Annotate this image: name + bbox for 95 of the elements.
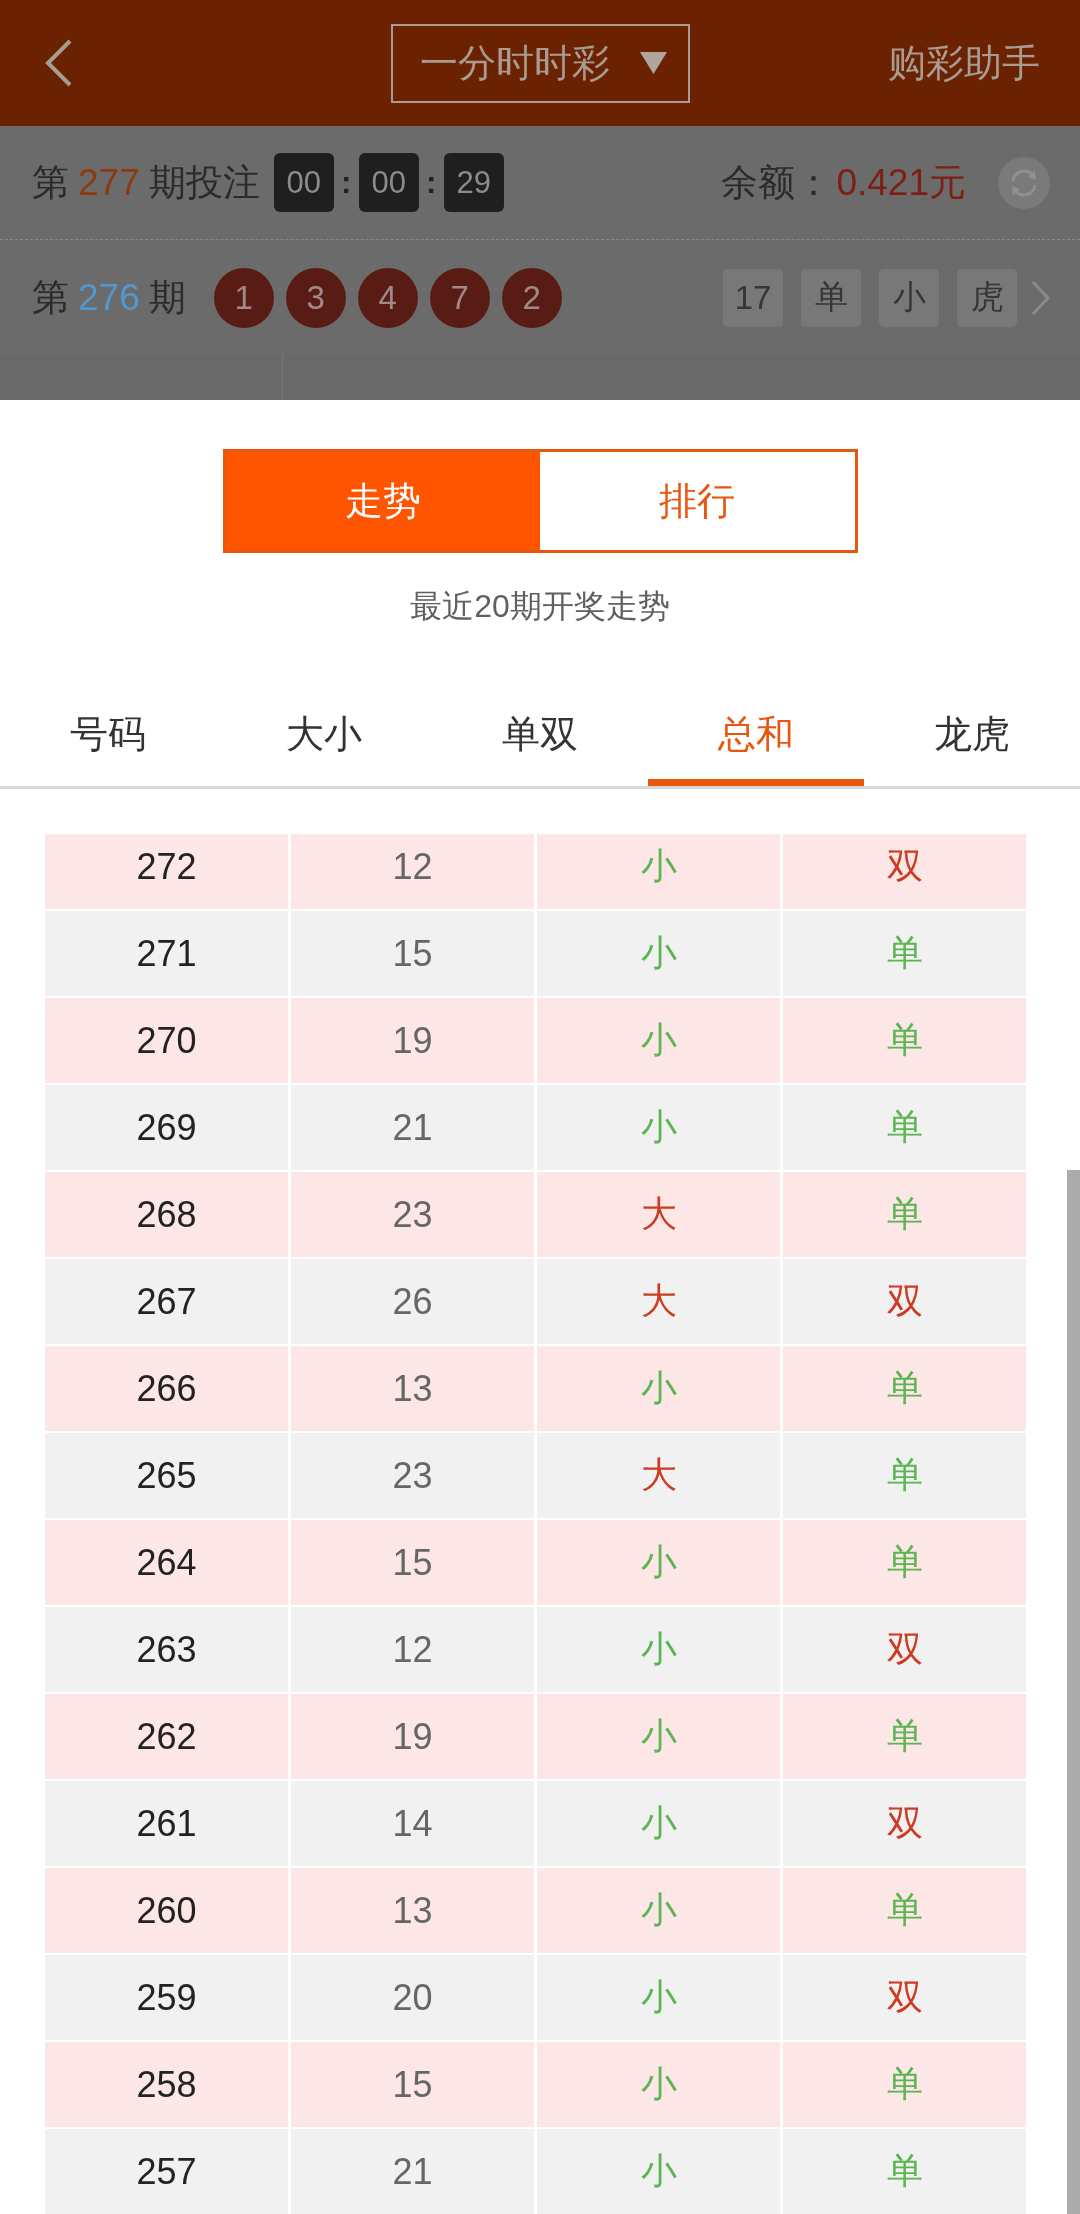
table-cell: 21	[291, 1085, 534, 1170]
table-cell: 270	[45, 998, 288, 1083]
table-cell: 14	[291, 1781, 534, 1866]
table-cell: 单	[783, 2129, 1026, 2214]
table-cell: 267	[45, 1259, 288, 1344]
table-cell: 13	[291, 1868, 534, 1953]
table-cell: 23	[291, 1433, 534, 1518]
table-cell: 单	[783, 911, 1026, 996]
table-cell: 266	[45, 1346, 288, 1431]
table-cell: 双	[783, 1781, 1026, 1866]
result-tag: 小	[879, 268, 939, 327]
table-cell: 小	[537, 1085, 780, 1170]
table-cell: 271	[45, 911, 288, 996]
table-cell: 小	[537, 834, 780, 909]
result-tag: 单	[801, 268, 861, 327]
table-cell: 259	[45, 1955, 288, 2040]
table-cell: 小	[537, 1346, 780, 1431]
table-cell: 12	[291, 1607, 534, 1692]
table-cell: 大	[537, 1433, 780, 1518]
countdown-separator: :	[425, 164, 438, 201]
table-cell: 15	[291, 911, 534, 996]
table-cell: 双	[783, 834, 1026, 909]
table-cell: 单	[783, 1520, 1026, 1605]
table-cell: 小	[537, 998, 780, 1083]
table-cell: 大	[537, 1172, 780, 1257]
countdown-separator: :	[340, 164, 353, 201]
table-cell: 15	[291, 1520, 534, 1605]
refresh-icon[interactable]	[998, 156, 1050, 209]
countdown-digits: 00	[273, 153, 334, 212]
table-cell: 小	[537, 1520, 780, 1605]
balance-label: 余额：	[721, 160, 833, 205]
table-cell: 261	[45, 1781, 288, 1866]
issue-number: 277	[78, 161, 140, 204]
table-cell: 264	[45, 1520, 288, 1605]
table-cell: 单	[783, 1433, 1026, 1518]
table-cell: 12	[291, 834, 534, 909]
table-cell: 257	[45, 2129, 288, 2214]
chevron-right-icon[interactable]	[1031, 279, 1050, 316]
lottery-ball: 3	[285, 267, 346, 328]
table-cell: 双	[783, 1607, 1026, 1692]
table-cell: 272	[45, 834, 288, 909]
table-cell: 小	[537, 1955, 780, 2040]
lottery-ball: 7	[429, 267, 490, 328]
table-cell: 小	[537, 911, 780, 996]
countdown-digits: 29	[443, 153, 504, 212]
result-tag: 虎	[957, 268, 1017, 327]
table-cell: 小	[537, 2042, 780, 2127]
lottery-ball: 2	[501, 267, 562, 328]
table-cell: 小	[537, 2129, 780, 2214]
table-cell: 单	[783, 2042, 1026, 2127]
assistant-link[interactable]: 购彩助手	[888, 37, 1040, 89]
game-dropdown[interactable]: 一分时时彩	[390, 23, 690, 103]
issue-suffix-text: 期投注	[148, 160, 260, 205]
lottery-ball: 4	[357, 267, 418, 328]
table-cell: 268	[45, 1172, 288, 1257]
table-cell: 269	[45, 1085, 288, 1170]
table-cell: 262	[45, 1694, 288, 1779]
view-switch-segment[interactable]: 走势	[225, 452, 540, 550]
subtitle-text: 最近20期开奖走势	[410, 587, 670, 626]
result-tag: 17	[723, 268, 783, 327]
back-icon[interactable]	[45, 39, 73, 87]
table-cell: 单	[783, 1085, 1026, 1170]
table-cell: 260	[45, 1868, 288, 1953]
table-cell: 双	[783, 1955, 1026, 2040]
table-cell: 单	[783, 1694, 1026, 1779]
table-cell: 23	[291, 1172, 534, 1257]
table-cell: 小	[537, 1781, 780, 1866]
countdown-digits: 00	[358, 153, 419, 212]
issue-prefix-text: 第	[32, 160, 69, 205]
table-cell: 19	[291, 1694, 534, 1779]
table-cell: 双	[783, 1259, 1026, 1344]
table-cell: 小	[537, 1868, 780, 1953]
table-cell: 大	[537, 1259, 780, 1344]
table-cell: 21	[291, 2129, 534, 2214]
issue-prefix-text: 第	[32, 275, 69, 320]
table-cell: 单	[783, 998, 1026, 1083]
table-cell: 单	[783, 1346, 1026, 1431]
table-cell: 单	[783, 1172, 1026, 1257]
table-cell: 小	[537, 1694, 780, 1779]
table-cell: 单	[783, 1868, 1026, 1953]
table-cell: 15	[291, 2042, 534, 2127]
issue-suffix-text: 期	[148, 275, 186, 320]
table-cell: 小	[537, 1607, 780, 1692]
table-cell: 26	[291, 1259, 534, 1344]
balance-amount: 0.421元	[836, 160, 966, 205]
scrollbar[interactable]	[1067, 1170, 1080, 2214]
table-cell: 258	[45, 2042, 288, 2127]
table-cell: 265	[45, 1433, 288, 1518]
table-cell: 19	[291, 998, 534, 1083]
table-cell: 263	[45, 1607, 288, 1692]
caret-icon	[639, 52, 667, 74]
table-cell: 20	[291, 1955, 534, 2040]
issue-number: 276	[78, 276, 140, 319]
lottery-ball: 1	[213, 267, 274, 328]
table-cell: 13	[291, 1346, 534, 1431]
